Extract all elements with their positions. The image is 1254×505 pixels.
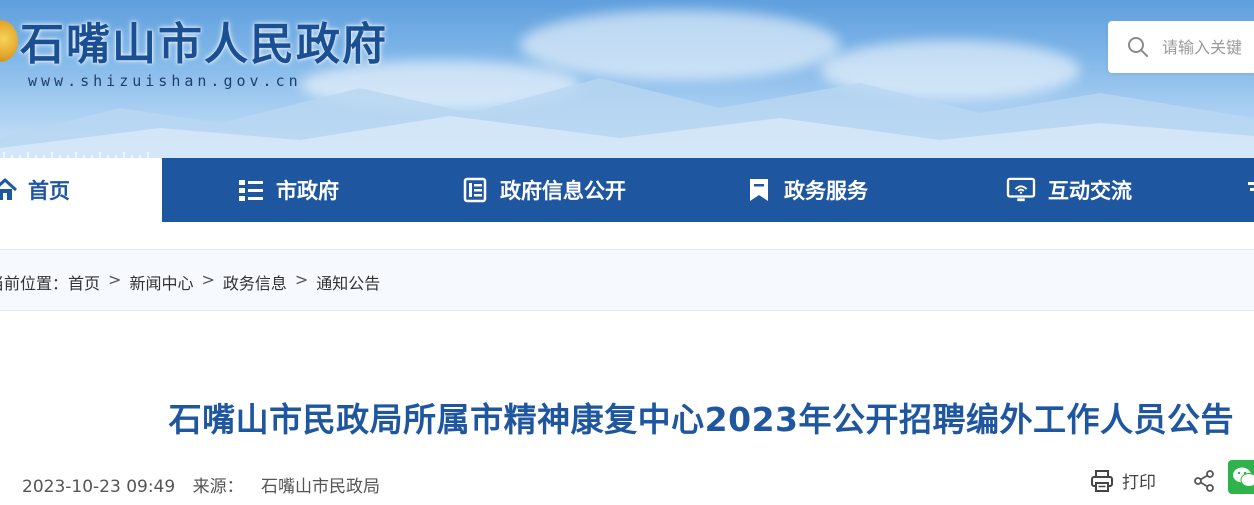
breadcrumb-link-news-center[interactable]: 新闻中心 <box>129 270 193 294</box>
nav-item-gov-info-disclosure[interactable]: 政府信息公开 <box>462 158 626 222</box>
article-meta: 2023-10-23 09:49 来源： 石嘴山市民政局 <box>22 472 392 497</box>
header-banner: 石嘴山市人民政府 www.shizuishan.gov.cn <box>0 0 1254 158</box>
home-icon <box>0 178 18 200</box>
article-title: 石嘴山市民政局所属市精神康复中心2023年公开招聘编外工作人员公告 <box>168 400 1234 439</box>
nav-item-label: 政务服务 <box>784 179 868 203</box>
print-label: 打印 <box>1122 473 1156 493</box>
printer-icon <box>1091 469 1113 492</box>
search-input[interactable] <box>1162 35 1254 59</box>
breadcrumb-prefix: 当前位置： <box>0 274 69 293</box>
site-url: www.shizuishan.gov.cn <box>28 72 302 90</box>
nav-item-interaction[interactable]: 互动交流 <box>1006 158 1132 222</box>
breadcrumb-bar: 当前位置： 首页 > 新闻中心 > 政务信息 > 通知公告 <box>0 249 1254 311</box>
print-button[interactable]: 打印 <box>1090 468 1156 493</box>
nav-item-city-government[interactable]: 市政府 <box>238 158 339 222</box>
wechat-logo <box>1233 467 1254 487</box>
breadcrumb-link-home[interactable]: 首页 <box>68 270 100 294</box>
wechat-icon[interactable] <box>1228 460 1254 494</box>
breadcrumb-separator: > <box>201 270 215 289</box>
document-icon <box>463 177 487 203</box>
partial-nav-icon <box>1248 182 1254 191</box>
bookmark-icon <box>750 179 768 201</box>
nav-item-label: 市政府 <box>276 179 339 203</box>
breadcrumb-separator: > <box>294 270 309 289</box>
article-datetime: 2023-10-23 09:49 <box>22 477 176 497</box>
article-source: 石嘴山市民政局 <box>261 477 381 497</box>
city-emblem-icon <box>0 20 18 62</box>
site-title[interactable]: 石嘴山市人民政府 <box>20 8 388 72</box>
share-icon[interactable] <box>1193 470 1215 492</box>
breadcrumb-separator: > <box>108 270 122 289</box>
nav-item-gov-services[interactable]: 政务服务 <box>746 158 868 222</box>
list-icon <box>239 180 263 201</box>
search-icon[interactable] <box>1126 35 1150 59</box>
breadcrumb: 当前位置： 首页 > 新闻中心 > 政务信息 > 通知公告 <box>0 270 380 294</box>
search-box[interactable] <box>1108 21 1254 73</box>
nav-item-label: 互动交流 <box>1048 179 1132 203</box>
breadcrumb-link-gov-info[interactable]: 政务信息 <box>223 270 287 294</box>
main-nav: 首页 市政府 政府信息公开 政务服务 互动交流 <box>0 158 1254 222</box>
nav-item-home[interactable]: 首页 <box>0 158 162 222</box>
breadcrumb-link-notices[interactable]: 通知公告 <box>316 270 380 294</box>
article-source-label: 来源： <box>192 477 244 497</box>
nav-item-label: 首页 <box>28 179 70 203</box>
nav-item-label: 政府信息公开 <box>500 179 626 203</box>
monitor-icon <box>1006 177 1036 202</box>
